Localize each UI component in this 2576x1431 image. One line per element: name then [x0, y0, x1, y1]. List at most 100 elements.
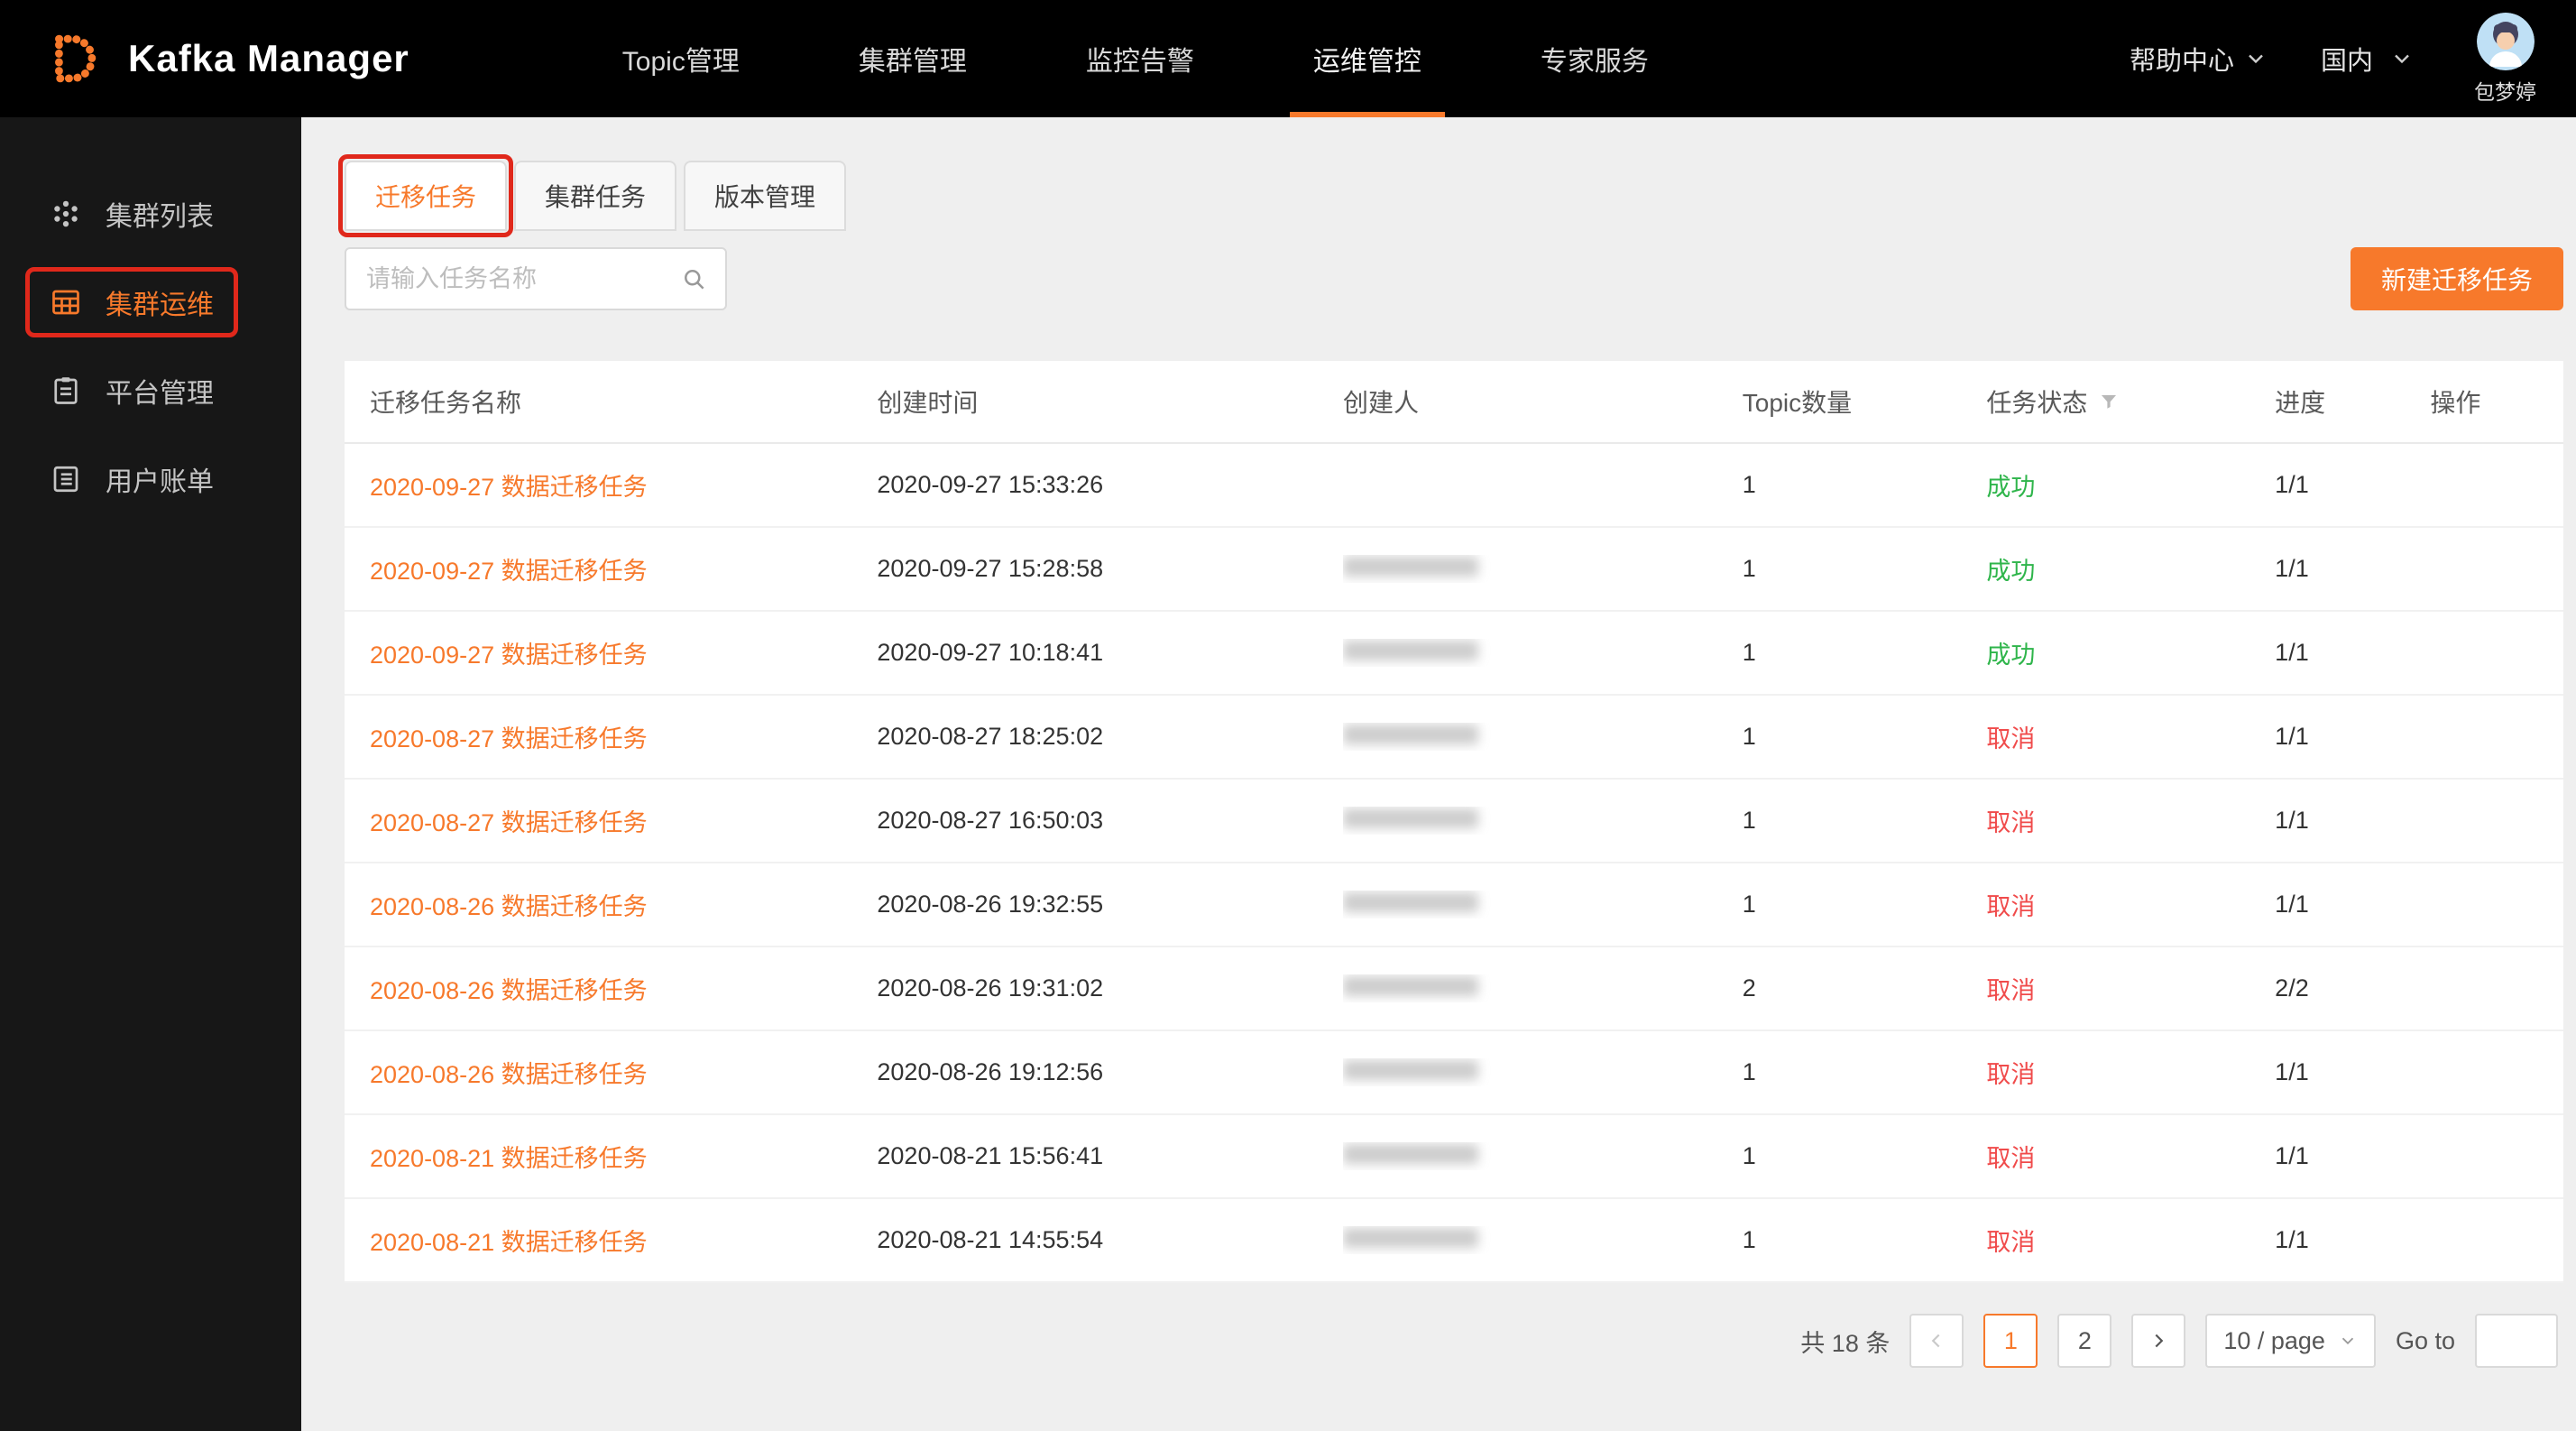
status-cell: 取消 — [1986, 1055, 2275, 1090]
cluster-ops-icon — [50, 286, 82, 319]
tab-label: 迁移任务 — [375, 178, 476, 214]
region-menu[interactable]: 国内 — [2321, 40, 2415, 78]
creator-masked-text — [1343, 557, 1478, 577]
nav-item[interactable]: 监控告警 — [1059, 0, 1221, 117]
col-action: 操作 — [2430, 383, 2563, 420]
status-text: 取消 — [1986, 1055, 2035, 1090]
table-row: 2020-08-26 数据迁移任务 2020-08-26 19:32:55 1 … — [345, 863, 2563, 947]
created-time-cell: 2020-08-27 18:25:02 — [877, 723, 1343, 751]
next-page-button[interactable] — [2131, 1314, 2185, 1368]
creator-cell — [1343, 807, 1743, 835]
task-name-link[interactable]: 2020-08-26 数据迁移任务 — [370, 977, 648, 1004]
task-name-cell: 2020-08-26 数据迁移任务 — [345, 971, 877, 1006]
nav-item[interactable]: 专家服务 — [1513, 0, 1676, 117]
migration-task-table: 迁移任务名称 创建时间 创建人 Topic数量 任务状态 进度 操作 2020-… — [345, 361, 2563, 1283]
creator-masked-text — [1343, 725, 1478, 744]
tab-label: 版本管理 — [714, 178, 815, 214]
platform-manage-icon — [50, 374, 82, 407]
task-name-link[interactable]: 2020-08-21 数据迁移任务 — [370, 1145, 648, 1172]
task-name-link[interactable]: 2020-09-27 数据迁移任务 — [370, 474, 648, 501]
progress-cell: 1/1 — [2275, 891, 2430, 919]
status-text: 取消 — [1986, 1139, 2035, 1174]
create-migration-task-button[interactable]: 新建迁移任务 — [2351, 247, 2563, 310]
filter-funnel-icon[interactable] — [2098, 391, 2120, 412]
region-label: 国内 — [2321, 40, 2373, 78]
creator-cell — [1343, 974, 1743, 1002]
task-name-link[interactable]: 2020-08-26 数据迁移任务 — [370, 1061, 648, 1088]
sidebar-item-label: 集群列表 — [106, 194, 214, 234]
status-text: 取消 — [1986, 719, 2035, 754]
chevron-left-icon — [1925, 1329, 1948, 1353]
sidebar-item[interactable]: 集群列表 — [0, 170, 301, 258]
task-name-link[interactable]: 2020-08-21 数据迁移任务 — [370, 1229, 648, 1256]
task-name-cell: 2020-09-27 数据迁移任务 — [345, 635, 877, 670]
nav-item[interactable]: Topic管理 — [595, 0, 767, 117]
help-center-menu[interactable]: 帮助中心 — [2130, 40, 2268, 78]
table-row: 2020-09-27 数据迁移任务 2020-09-27 15:33:26 1 … — [345, 444, 2563, 528]
user-menu[interactable]: 包梦婷 — [2474, 13, 2536, 106]
status-cell: 取消 — [1986, 1223, 2275, 1258]
sidebar-item-label: 平台管理 — [106, 371, 214, 411]
creator-cell — [1343, 555, 1743, 583]
sidebar-item-label: 集群运维 — [106, 282, 214, 322]
status-cell: 取消 — [1986, 719, 2275, 754]
sidebar-item[interactable]: 用户账单 — [0, 435, 301, 523]
task-name-cell: 2020-08-27 数据迁移任务 — [345, 803, 877, 838]
cluster-list-icon — [50, 198, 82, 230]
nav-item[interactable]: 集群管理 — [832, 0, 994, 117]
kafka-manager-app: Kafka Manager Topic管理集群管理监控告警运维管控专家服务 帮助… — [0, 0, 2576, 1431]
sidebar-item-label: 用户账单 — [106, 459, 214, 499]
task-name-link[interactable]: 2020-08-27 数据迁移任务 — [370, 809, 648, 836]
status-cell: 取消 — [1986, 1139, 2275, 1174]
status-text: 取消 — [1986, 971, 2035, 1006]
nav-item[interactable]: 运维管控 — [1286, 0, 1449, 117]
col-created-time: 创建时间 — [877, 383, 1343, 420]
creator-cell — [1343, 891, 1743, 919]
col-task-status-label: 任务状态 — [1986, 383, 2087, 420]
table-row: 2020-08-27 数据迁移任务 2020-08-27 18:25:02 1 … — [345, 696, 2563, 780]
pagination: 共 18 条 12 10 / page Go to — [345, 1314, 2563, 1368]
table-row: 2020-08-21 数据迁移任务 2020-08-21 14:55:54 1 … — [345, 1199, 2563, 1283]
page-button[interactable]: 2 — [2057, 1314, 2111, 1368]
progress-cell: 1/1 — [2275, 1142, 2430, 1170]
table-row: 2020-08-26 数据迁移任务 2020-08-26 19:31:02 2 … — [345, 947, 2563, 1031]
tab[interactable]: 集群任务 — [514, 161, 676, 231]
nav-item-label: 运维管控 — [1313, 39, 1421, 78]
page-size-select[interactable]: 10 / page — [2205, 1314, 2376, 1368]
creator-masked-text — [1343, 1144, 1478, 1164]
task-name-link[interactable]: 2020-08-27 数据迁移任务 — [370, 725, 648, 752]
prev-page-button[interactable] — [1909, 1314, 1964, 1368]
status-text: 成功 — [1986, 635, 2035, 670]
sidebar-item[interactable]: 集群运维 — [0, 258, 301, 346]
col-creator: 创建人 — [1343, 383, 1743, 420]
page-button[interactable]: 1 — [1983, 1314, 2038, 1368]
task-name-link[interactable]: 2020-08-26 数据迁移任务 — [370, 893, 648, 920]
task-name-cell: 2020-08-21 数据迁移任务 — [345, 1223, 877, 1258]
search-input[interactable] — [364, 264, 680, 294]
chevron-right-icon — [2147, 1329, 2170, 1353]
chevron-down-icon — [2338, 1331, 2358, 1351]
total-count: 共 18 条 — [1800, 1324, 1890, 1359]
main-nav: Topic管理集群管理监控告警 运维管控 专家服务 — [563, 0, 1708, 117]
avatar — [2477, 13, 2535, 70]
status-text: 取消 — [1986, 803, 2035, 838]
sidebar-item[interactable]: 平台管理 — [0, 346, 301, 435]
search-box — [345, 247, 727, 310]
creator-masked-text — [1343, 892, 1478, 912]
page-size-value: 10 / page — [2223, 1327, 2325, 1355]
creator-masked-text — [1343, 976, 1478, 996]
status-cell: 成功 — [1986, 551, 2275, 586]
col-progress: 进度 — [2275, 383, 2430, 420]
creator-cell — [1343, 1058, 1743, 1086]
tab[interactable]: 迁移任务 — [345, 161, 507, 231]
task-name-link[interactable]: 2020-09-27 数据迁移任务 — [370, 642, 648, 669]
main-content: 迁移任务 集群任务 版本管理 新建迁移任务 迁移任务名称 创建时间 创建人 Topi… — [301, 117, 2576, 1431]
status-text: 成功 — [1986, 551, 2035, 586]
task-name-link[interactable]: 2020-09-27 数据迁移任务 — [370, 558, 648, 585]
creator-masked-text — [1343, 1060, 1478, 1080]
goto-page-input[interactable] — [2475, 1314, 2558, 1368]
tab[interactable]: 版本管理 — [684, 161, 846, 231]
creator-cell — [1343, 1142, 1743, 1170]
creator-cell — [1343, 639, 1743, 667]
app-logo-icon[interactable] — [40, 26, 105, 91]
